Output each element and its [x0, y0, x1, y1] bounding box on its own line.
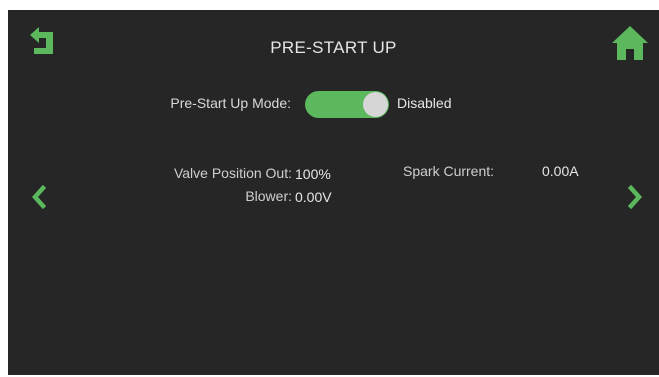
valve-position-out-value: 100% — [295, 166, 331, 182]
toggle-knob[interactable] — [363, 92, 388, 117]
pre-start-up-mode-toggle[interactable] — [305, 91, 389, 118]
home-button[interactable] — [610, 24, 650, 62]
page-title: PRE-START UP — [270, 38, 397, 57]
spark-current-value: 0.00A — [542, 163, 579, 179]
chevron-right-icon — [627, 184, 643, 210]
next-page-button[interactable] — [624, 183, 646, 211]
screen: PRE-START UP Pre-Start Up Mode: Disabled… — [8, 10, 659, 375]
blower-value: 0.00V — [295, 189, 332, 205]
home-icon — [612, 26, 648, 60]
previous-page-button[interactable] — [28, 183, 50, 211]
valve-position-out-label: Valve Position Out: — [173, 165, 292, 181]
spark-current-label: Spark Current: — [403, 163, 495, 179]
blower-label: Blower: — [245, 188, 292, 204]
pre-start-up-mode-state: Disabled — [397, 95, 452, 111]
chevron-left-icon — [31, 184, 47, 210]
pre-start-up-mode-label: Pre-Start Up Mode: — [170, 95, 291, 111]
